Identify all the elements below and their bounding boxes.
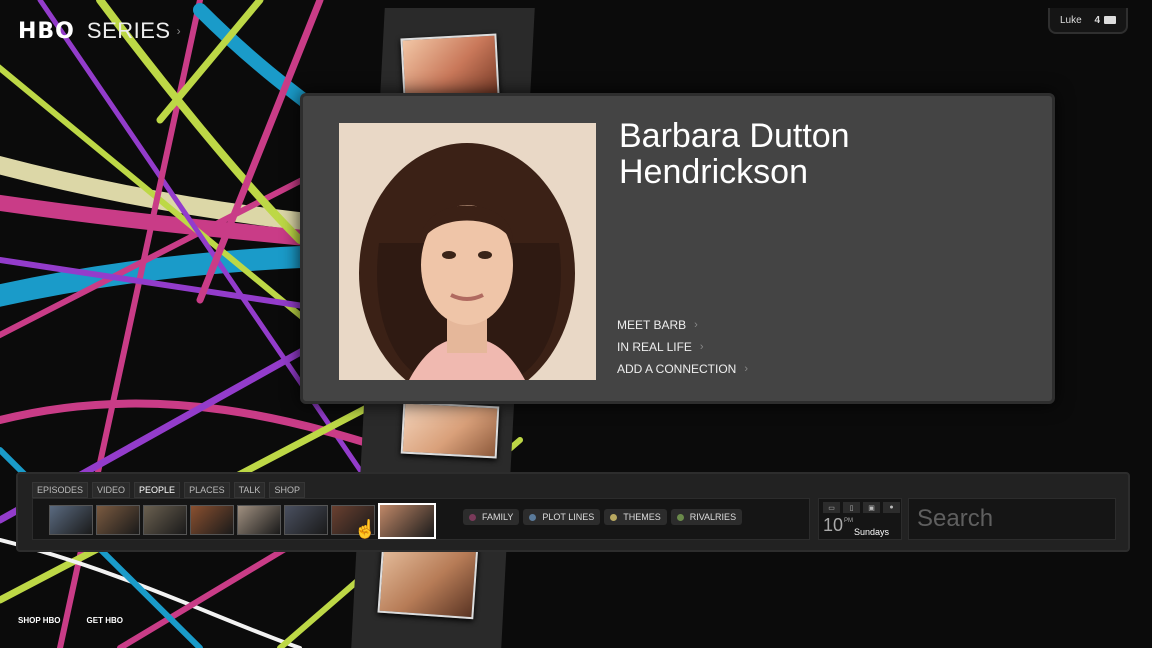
schedule-icons: ▭ ▯ ▣ ●	[823, 502, 900, 513]
episode-thumbnail-strip: ☝ FAMILY PLOT LINES THEMES RIVALRIES	[32, 498, 810, 540]
person-portrait	[339, 123, 596, 380]
episode-thumbnail[interactable]	[96, 505, 140, 535]
tab-video[interactable]: VIDEO	[92, 482, 131, 498]
tv-icon[interactable]: ▭	[823, 502, 840, 513]
episode-thumbnail[interactable]	[143, 505, 187, 535]
episode-thumbnail[interactable]	[49, 505, 93, 535]
video-icon[interactable]: ▣	[863, 502, 880, 513]
hand-cursor-icon: ☝	[354, 519, 377, 539]
in-real-life-link[interactable]: IN REAL LIFE ›	[617, 340, 748, 354]
color-dot-icon	[469, 513, 476, 521]
color-dot-icon	[529, 513, 537, 521]
filter-themes[interactable]: THEMES	[604, 509, 667, 525]
series-title: SERIES	[86, 18, 171, 43]
episode-thumbnail[interactable]	[190, 505, 234, 535]
schedule-day: Sundays	[854, 527, 890, 537]
portrait-image	[339, 123, 596, 380]
search-input[interactable]	[909, 499, 1115, 539]
chevron-right-icon: ›	[176, 24, 181, 38]
person-card: Barbara Dutton Hendrickson MEET BARB › I…	[300, 93, 1055, 404]
color-dot-icon	[610, 513, 618, 521]
chevron-right-icon: ›	[744, 363, 749, 375]
user-panel[interactable]: Luke 4	[1048, 8, 1128, 34]
chevron-right-icon: ›	[694, 319, 698, 331]
get-hbo-link[interactable]: GET HBO	[87, 616, 123, 625]
schedule-time: 10	[823, 515, 844, 535]
schedule-box: ▭ ▯ ▣ ● 10 PM Sundays	[818, 498, 902, 540]
person-photo-middle[interactable]	[400, 401, 500, 459]
schedule-meridiem: PM	[844, 518, 853, 524]
hbo-logo: HBO	[18, 18, 75, 44]
filter-label: PLOT LINES	[542, 512, 595, 522]
user-name: Luke	[1060, 14, 1082, 26]
person-name-line-2: Hendrickson	[619, 153, 808, 191]
filter-rivalries[interactable]: RIVALRIES	[670, 509, 743, 525]
filter-label: THEMES	[623, 512, 661, 522]
chevron-right-icon: ›	[699, 341, 704, 353]
color-dot-icon	[676, 513, 684, 521]
filter-label: RIVALRIES	[689, 512, 737, 522]
connection-filters: FAMILY PLOT LINES THEMES RIVALRIES	[463, 509, 743, 525]
message-count[interactable]: 4	[1094, 15, 1116, 26]
tab-places[interactable]: PLACES	[184, 482, 230, 498]
shop-hbo-link[interactable]: SHOP HBO	[18, 616, 61, 625]
person-name: Barbara Dutton Hendrickson	[619, 118, 919, 190]
footer-links: SHOP HBO GET HBO	[18, 616, 123, 625]
person-links: MEET BARB › IN REAL LIFE › ADD A CONNECT…	[617, 318, 748, 384]
add-a-connection-link[interactable]: ADD A CONNECTION ›	[617, 362, 748, 376]
mouse-icon[interactable]: ●	[883, 502, 900, 513]
episode-thumbnail[interactable]	[378, 503, 436, 539]
thumbnail-list	[49, 503, 436, 539]
tab-episodes[interactable]: EPISODES	[32, 482, 89, 498]
mail-icon	[1104, 16, 1116, 24]
nav-tabs: EPISODES VIDEO PEOPLE PLACES TALK SHOP	[32, 482, 305, 498]
filter-label: FAMILY	[482, 512, 514, 522]
meet-barb-link[interactable]: MEET BARB ›	[617, 318, 748, 332]
episode-thumbnail[interactable]	[237, 505, 281, 535]
episode-thumbnail[interactable]	[284, 505, 328, 535]
filter-family[interactable]: FAMILY	[463, 509, 520, 525]
person-photo-top[interactable]	[400, 33, 500, 101]
tab-talk[interactable]: TALK	[233, 482, 266, 498]
tab-people[interactable]: PEOPLE	[134, 482, 181, 498]
filter-plot-lines[interactable]: PLOT LINES	[523, 509, 601, 525]
bottom-navigation: EPISODES VIDEO PEOPLE PLACES TALK SHOP ☝ FAMI…	[16, 472, 1130, 552]
mobile-icon[interactable]: ▯	[843, 502, 860, 513]
tab-shop[interactable]: SHOP	[269, 482, 305, 498]
hbo-series-logo[interactable]: HBO SERIES ›	[18, 18, 181, 44]
search-box[interactable]	[908, 498, 1116, 540]
person-name-line-1: Barbara Dutton	[619, 117, 850, 155]
